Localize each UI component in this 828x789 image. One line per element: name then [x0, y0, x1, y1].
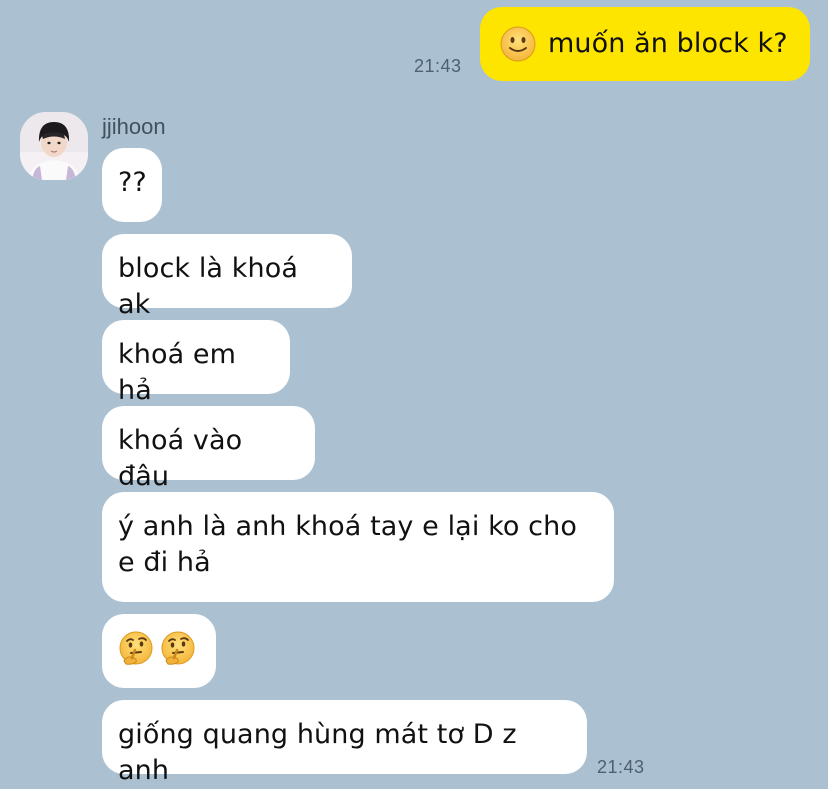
incoming-message-bubble[interactable]: ý anh là anh khoá tay e lại ko cho e đi …	[102, 492, 614, 602]
incoming-message-bubble[interactable]: block là khoá ak	[102, 234, 352, 320]
thinking-face-icon	[119, 631, 153, 665]
incoming-message-bubble[interactable]: khoá em hả	[102, 320, 290, 406]
message-text: khoá em hả	[118, 339, 245, 406]
outgoing-message-text: muốn ăn block k?	[548, 28, 788, 59]
message-text: giống quang hùng mát tơ D z anh	[118, 719, 526, 786]
outgoing-time: 21:43	[414, 56, 462, 76]
message-text: ý anh là anh khoá tay e lại ko cho e đi …	[118, 511, 586, 578]
profile-photo	[20, 112, 88, 180]
message-text: block là khoá ak	[118, 253, 307, 320]
chat-area: 21:43 muốn ăn block k? jjihoon ?? block …	[0, 0, 828, 786]
incoming-emoji-message-bubble[interactable]	[102, 614, 216, 688]
outgoing-message-bubble[interactable]: muốn ăn block k?	[480, 7, 810, 81]
incoming-time: 21:43	[597, 757, 645, 777]
incoming-message-bubble[interactable]: khoá vào đâu	[102, 406, 315, 492]
incoming-message-bubble[interactable]: giống quang hùng mát tơ D z anh	[102, 700, 587, 786]
message-text: ??	[118, 167, 147, 198]
slightly-smiling-face-icon	[500, 26, 536, 62]
thinking-face-icon	[161, 631, 195, 665]
message-text: khoá vào đâu	[118, 425, 251, 492]
emoji-row	[118, 631, 200, 667]
sender-name: jjihoon	[102, 114, 166, 139]
incoming-message-bubble[interactable]: ??	[102, 148, 162, 222]
avatar[interactable]	[20, 112, 88, 180]
